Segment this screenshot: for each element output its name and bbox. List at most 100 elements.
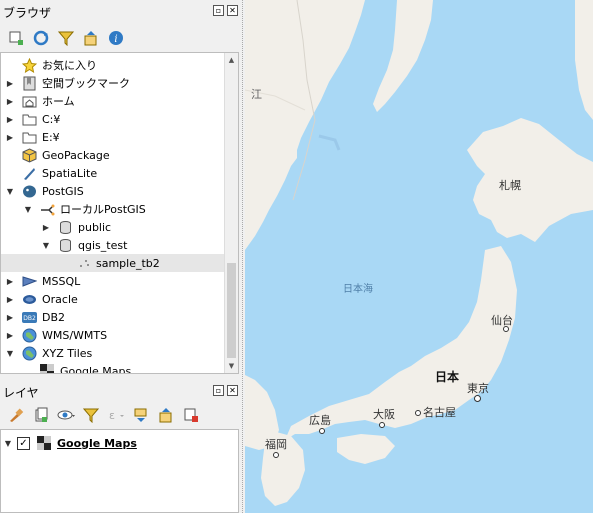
browser-item[interactable]: sample_tb2 [1, 254, 225, 272]
layer-row[interactable]: ▼ ✓ Google Maps [3, 434, 227, 452]
collapse-arrow-icon[interactable]: ▼ [5, 349, 15, 358]
bookmark-icon [21, 75, 37, 91]
browser-item[interactable]: ▶ MSSQL [1, 272, 225, 290]
expand-arrow-icon[interactable]: ▶ [5, 277, 15, 286]
browser-item[interactable]: ▼ XYZ Tiles [1, 344, 225, 362]
browser-panel-titlebar: ブラウザ ▫ ✕ [0, 0, 242, 22]
collapse-all-button[interactable] [81, 29, 100, 48]
styling-button[interactable] [6, 406, 25, 425]
expand-arrow-icon[interactable]: ▶ [41, 223, 51, 232]
browser-item[interactable]: ▶ 空間ブックマーク [1, 74, 225, 92]
tile-layer-icon [39, 363, 55, 373]
refresh-button[interactable] [31, 29, 50, 48]
browser-item[interactable]: ▶ ホーム [1, 92, 225, 110]
scrollbar-thumb[interactable] [227, 263, 236, 358]
collapse-icon [159, 408, 171, 423]
collapse-arrow-icon[interactable]: ▼ [5, 187, 15, 196]
remove-layer-icon [184, 408, 198, 422]
home-folder-icon [21, 93, 37, 109]
tile-layer-icon [36, 435, 52, 451]
globe-icon [21, 327, 37, 343]
browser-item[interactable]: お気に入り [1, 56, 225, 74]
expression-icon: ε [109, 409, 124, 422]
map-label-osaka: 大阪 [373, 408, 395, 421]
oracle-icon [21, 291, 37, 307]
city-marker-osaka [379, 422, 385, 428]
expand-icon [134, 408, 146, 422]
collapse-arrow-icon[interactable]: ▼ [23, 205, 33, 214]
schema-icon [57, 219, 73, 235]
browser-item[interactable]: ▶ C:¥ [1, 110, 225, 128]
browser-item-label: MSSQL [42, 274, 81, 288]
expand-arrow-icon[interactable]: ▶ [5, 79, 15, 88]
collapse-icon [84, 31, 96, 46]
visibility-button[interactable] [56, 406, 75, 425]
map-label-nagoya-group: 名古屋 [415, 404, 456, 420]
scroll-down-icon[interactable]: ▼ [225, 359, 238, 373]
browser-item-label: DB2 [42, 310, 66, 324]
browser-item[interactable]: ▶ Oracle [1, 290, 225, 308]
geopackage-icon [21, 147, 37, 163]
browser-panel-title: ブラウザ [3, 6, 52, 20]
add-group-icon [35, 407, 47, 422]
browser-item-label: Oracle [42, 292, 78, 306]
expand-all-button[interactable] [131, 406, 150, 425]
browser-item[interactable]: ▶ E:¥ [1, 128, 225, 146]
browser-item[interactable]: ▼ qgis_test [1, 236, 225, 254]
browser-item[interactable]: ▶ WMS/WMTS [1, 326, 225, 344]
browser-item-label: E:¥ [42, 130, 60, 144]
folder-icon [21, 129, 37, 145]
browser-item-label: sample_tb2 [96, 256, 160, 270]
map-canvas[interactable]: 江 札幌 日本海 仙台 日本 東京 名古屋 大阪 広島 福岡 [245, 0, 593, 513]
close-panel-icon[interactable]: ✕ [227, 5, 238, 16]
properties-button[interactable]: i [106, 29, 125, 48]
expand-arrow-icon[interactable]: ▶ [5, 115, 15, 124]
map-label-sendai: 仙台 [491, 314, 513, 327]
expand-arrow-icon[interactable]: ▼ [3, 439, 13, 448]
browser-tree[interactable]: お気に入り ▶ 空間ブックマーク ▶ ホーム ▶ C:¥ ▶ E:¥ GeoPackage Spat… [0, 52, 239, 374]
layers-tree[interactable]: ▼ ✓ Google Maps [0, 429, 239, 513]
browser-item-label: 空間ブックマーク [42, 77, 130, 90]
svg-text:DB2: DB2 [23, 315, 36, 322]
expand-arrow-icon[interactable]: ▶ [5, 313, 15, 322]
float-panel-icon[interactable]: ▫ [213, 5, 224, 16]
remove-layer-button[interactable] [181, 406, 200, 425]
float-panel-icon[interactable]: ▫ [213, 385, 224, 396]
browser-scrollbar[interactable]: ▲ ▼ [224, 53, 238, 373]
browser-item-label: C:¥ [42, 112, 61, 126]
browser-item[interactable]: Google Maps [1, 362, 225, 373]
collapse-arrow-icon[interactable]: ▼ [41, 241, 51, 250]
close-panel-icon[interactable]: ✕ [227, 385, 238, 396]
connection-icon [39, 201, 55, 217]
filter-button[interactable] [56, 29, 75, 48]
spatialite-icon [21, 165, 37, 181]
filter-legend-button[interactable] [81, 406, 100, 425]
add-group-button[interactable] [31, 406, 50, 425]
layer-visibility-checkbox[interactable]: ✓ [17, 436, 30, 450]
map-label-coast: 江 [251, 88, 262, 101]
expand-arrow-icon[interactable]: ▶ [5, 331, 15, 340]
collapse-all-layers-button[interactable] [156, 406, 175, 425]
browser-item[interactable]: ▼ PostGIS [1, 182, 225, 200]
browser-item[interactable]: GeoPackage [1, 146, 225, 164]
browser-item-label: qgis_test [78, 238, 128, 252]
expand-arrow-icon[interactable]: ▶ [5, 133, 15, 142]
scroll-up-icon[interactable]: ▲ [225, 53, 238, 67]
expand-arrow-icon[interactable]: ▶ [5, 97, 15, 106]
browser-item-label: PostGIS [42, 184, 84, 198]
filter-by-expression-button[interactable]: ε [106, 406, 125, 425]
expand-arrow-icon[interactable]: ▶ [5, 295, 15, 304]
browser-item[interactable]: ▶ DB2 DB2 [1, 308, 225, 326]
browser-item-label: SpatiaLite [42, 166, 98, 180]
city-marker-fukuoka [273, 452, 279, 458]
refresh-icon [33, 30, 48, 46]
browser-item-label: ホーム [42, 95, 75, 108]
globe-icon [21, 345, 37, 361]
browser-item[interactable]: ▶ public [1, 218, 225, 236]
add-selected-layers-button[interactable] [6, 29, 25, 48]
map-label-tokyo: 東京 [467, 382, 489, 395]
browser-item[interactable]: SpatiaLite [1, 164, 225, 182]
browser-item[interactable]: ▼ ローカルPostGIS [1, 200, 225, 218]
browser-item-label: ローカルPostGIS [60, 203, 146, 216]
star-icon [21, 57, 37, 73]
